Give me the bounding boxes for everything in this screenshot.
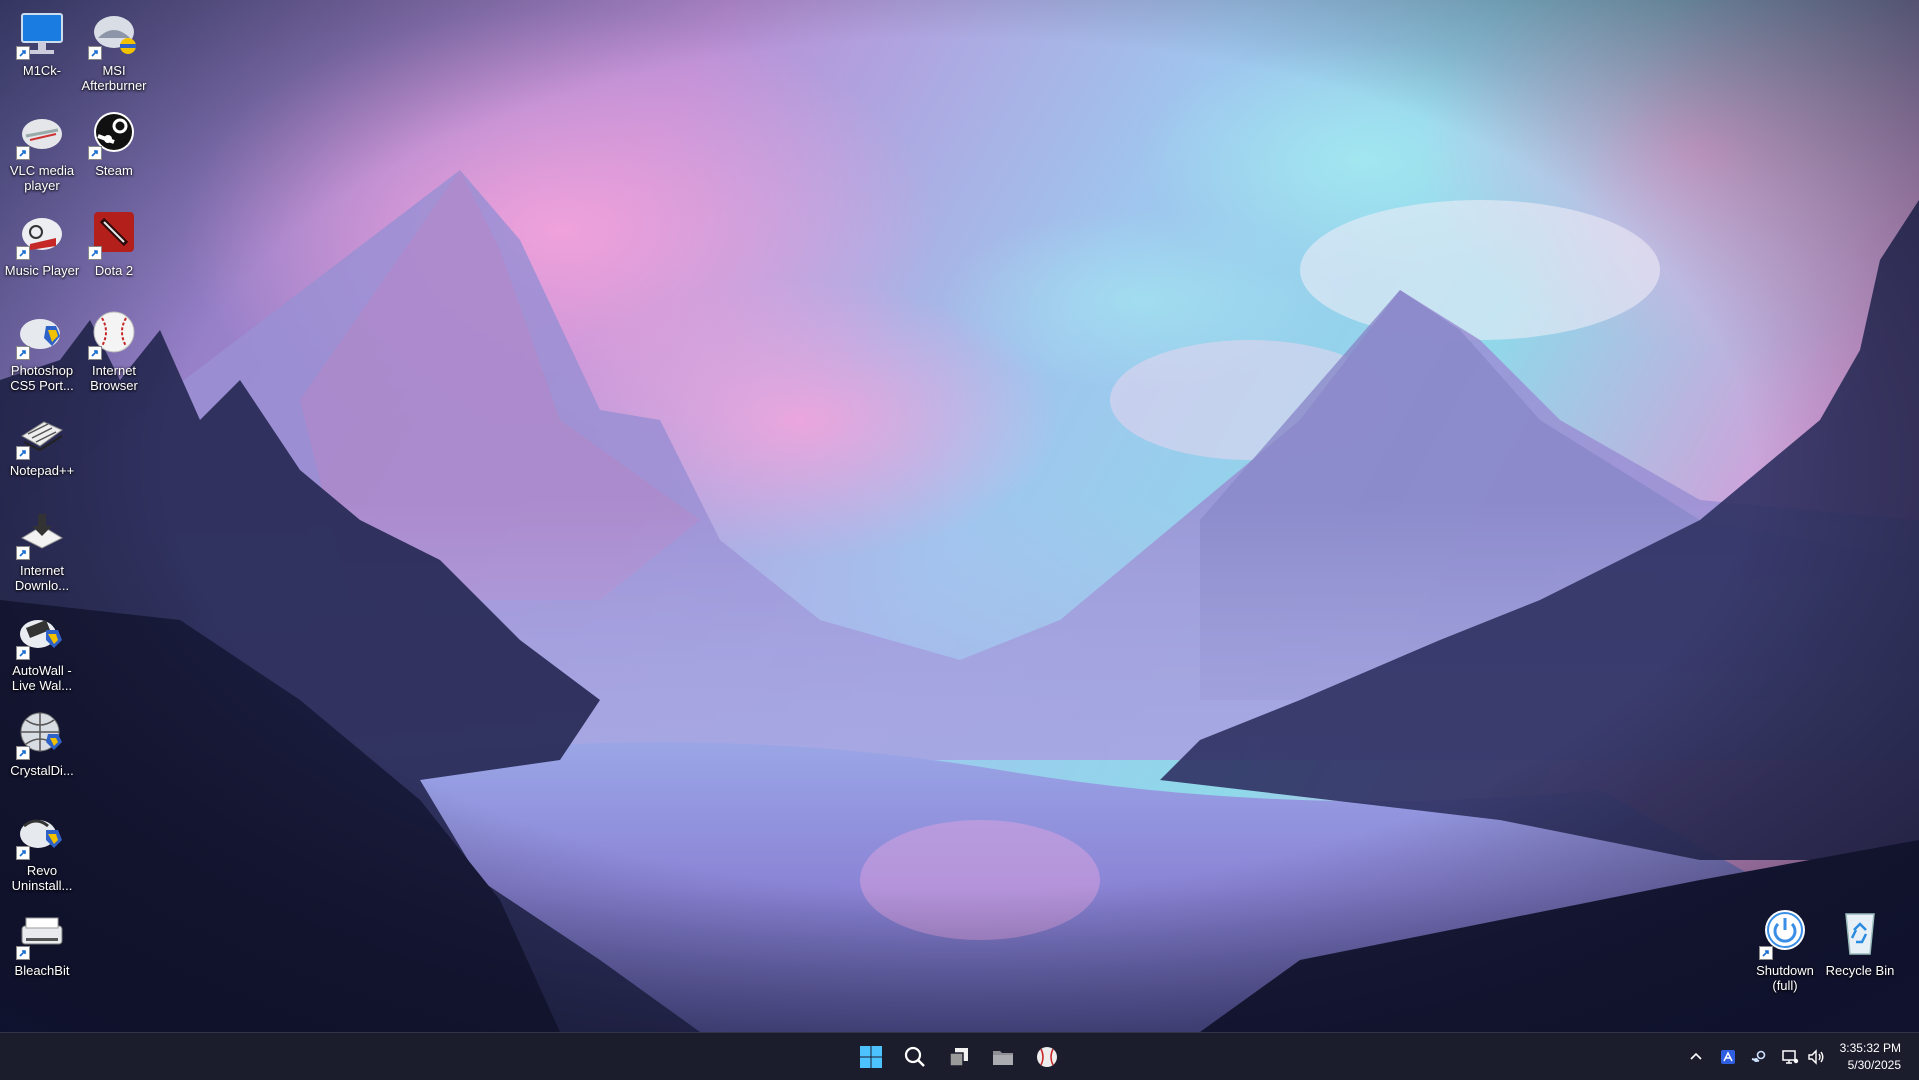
task-view-icon	[949, 1048, 968, 1067]
desktop-icon-label: AutoWall - Live Wal...	[11, 663, 73, 693]
start-button[interactable]	[853, 1039, 889, 1075]
desktop-icon-label: Internet Browser	[90, 363, 138, 393]
desktop-icon-label: BleachBit	[14, 963, 70, 978]
shortcut-arrow-icon	[16, 146, 30, 160]
shortcut-arrow-icon	[88, 146, 102, 160]
volume-icon	[1808, 1049, 1824, 1065]
shortcut-arrow-icon	[16, 646, 30, 660]
taskbar: 3:35:32 PM 5/30/2025	[0, 1032, 1919, 1080]
search-icon	[904, 1046, 925, 1067]
shortcut-arrow-icon	[16, 846, 30, 860]
recycle-bin-icon	[1845, 913, 1875, 955]
desktop-icon-msi-afterburner[interactable]: MSI Afterburner	[72, 8, 156, 93]
file-explorer-button[interactable]	[985, 1039, 1021, 1075]
desktop-icon-label: CrystalDi...	[10, 763, 74, 778]
desktop-icon-label: Recycle Bin	[1825, 963, 1895, 978]
clock[interactable]: 3:35:32 PM 5/30/2025	[1840, 1040, 1901, 1074]
folder-icon	[993, 1051, 1013, 1065]
desktop-icon-internet-browser[interactable]: Internet Browser	[72, 308, 156, 393]
clock-date: 5/30/2025	[1847, 1058, 1901, 1072]
tray-steam-button[interactable]	[1749, 1047, 1769, 1067]
shortcut-arrow-icon	[16, 346, 30, 360]
app-a-icon	[1721, 1050, 1735, 1064]
chevron-up-icon	[1690, 1052, 1702, 1060]
desktop-icon-dota2[interactable]: Dota 2	[72, 208, 156, 278]
volume-button[interactable]	[1806, 1047, 1826, 1067]
shortcut-arrow-icon	[88, 46, 102, 60]
wallpaper	[0, 0, 1919, 1032]
shortcut-arrow-icon	[16, 546, 30, 560]
internet-browser-taskbar-button[interactable]	[1029, 1039, 1065, 1075]
desktop-icon-shutdown[interactable]: Shutdown (full)	[1743, 908, 1827, 993]
show-hidden-icons-button[interactable]	[1686, 1047, 1706, 1067]
network-icon	[1782, 1050, 1799, 1064]
shortcut-arrow-icon	[16, 746, 30, 760]
steam-icon	[1751, 1050, 1766, 1062]
baseball-icon	[1037, 1047, 1057, 1067]
network-button[interactable]	[1780, 1047, 1800, 1067]
shortcut-arrow-icon	[16, 46, 30, 60]
desktop-icon-crystaldiskinfo[interactable]: CrystalDi...	[0, 708, 84, 778]
shortcut-arrow-icon	[1759, 946, 1773, 960]
desktop-icon-notepad-plus-plus[interactable]: Notepad++	[0, 408, 84, 478]
desktop-icon-label: Internet Downlo...	[14, 563, 70, 593]
search-button[interactable]	[897, 1039, 933, 1075]
desktop-icon-label: MSI Afterburner	[81, 63, 147, 93]
desktop-icon-label: Steam	[95, 163, 133, 178]
shortcut-arrow-icon	[16, 246, 30, 260]
shortcut-arrow-icon	[88, 246, 102, 260]
desktop-icon-recycle-bin[interactable]: Recycle Bin	[1818, 908, 1902, 978]
task-view-button[interactable]	[941, 1039, 977, 1075]
desktop-icon-revo-uninstaller[interactable]: Revo Uninstall...	[0, 808, 84, 893]
shortcut-arrow-icon	[16, 446, 30, 460]
desktop-icon-bleachbit[interactable]: BleachBit	[0, 908, 84, 978]
desktop-icon-label: Dota 2	[94, 263, 134, 278]
desktop-icon-steam[interactable]: Steam	[72, 108, 156, 178]
shortcut-arrow-icon	[16, 946, 30, 960]
desktop-icon-label: Revo Uninstall...	[11, 863, 73, 893]
desktop-icon-label: Shutdown (full)	[1756, 963, 1814, 993]
windows-logo-icon	[860, 1046, 882, 1068]
desktop[interactable]: M1Ck- MSI Afterburner VLC media player S…	[0, 0, 1919, 1032]
tray-app-a-button[interactable]	[1718, 1047, 1738, 1067]
desktop-icon-autowall[interactable]: AutoWall - Live Wal...	[0, 608, 84, 693]
desktop-icon-label: Notepad++	[9, 463, 75, 478]
clock-time: 3:35:32 PM	[1839, 1041, 1901, 1055]
shortcut-arrow-icon	[88, 346, 102, 360]
desktop-icon-internet-download-manager[interactable]: Internet Downlo...	[0, 508, 84, 593]
